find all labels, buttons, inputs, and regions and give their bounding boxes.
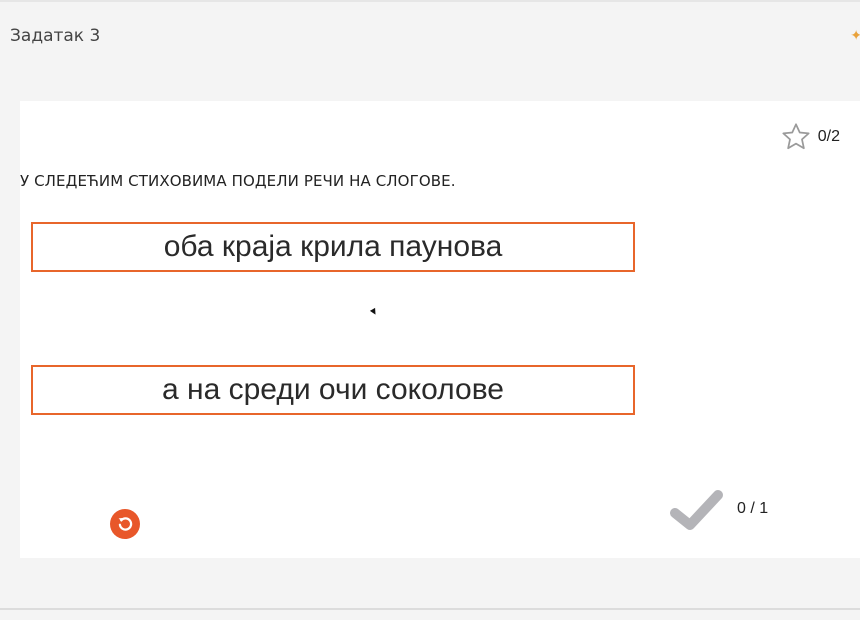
top-divider xyxy=(0,0,860,2)
task-title: Задатак 3 xyxy=(10,26,101,46)
score-value: 0/2 xyxy=(817,128,840,145)
verse-line-1[interactable]: оба краја крила паунова xyxy=(31,222,635,272)
mouse-cursor-icon xyxy=(369,307,379,317)
edge-indicator-icon: ✦ xyxy=(850,28,860,44)
verse-line-2[interactable]: а на среди очи соколове xyxy=(31,365,635,415)
attempts-counter: 0 / 1 xyxy=(737,500,769,517)
reset-icon xyxy=(118,517,133,531)
star-outline-icon xyxy=(782,123,810,150)
reset-button[interactable] xyxy=(110,509,140,539)
score-indicator: 0/2 xyxy=(780,121,840,153)
exercise-card: 0/2 У СЛЕДЕЋИМ СТИХОВИМА ПОДЕЛИ РЕЧИ НА … xyxy=(20,101,860,558)
instruction-text: У СЛЕДЕЋИМ СТИХОВИМА ПОДЕЛИ РЕЧИ НА СЛОГ… xyxy=(20,172,456,190)
bottom-divider xyxy=(0,608,860,610)
checkmark-icon[interactable] xyxy=(670,489,724,533)
